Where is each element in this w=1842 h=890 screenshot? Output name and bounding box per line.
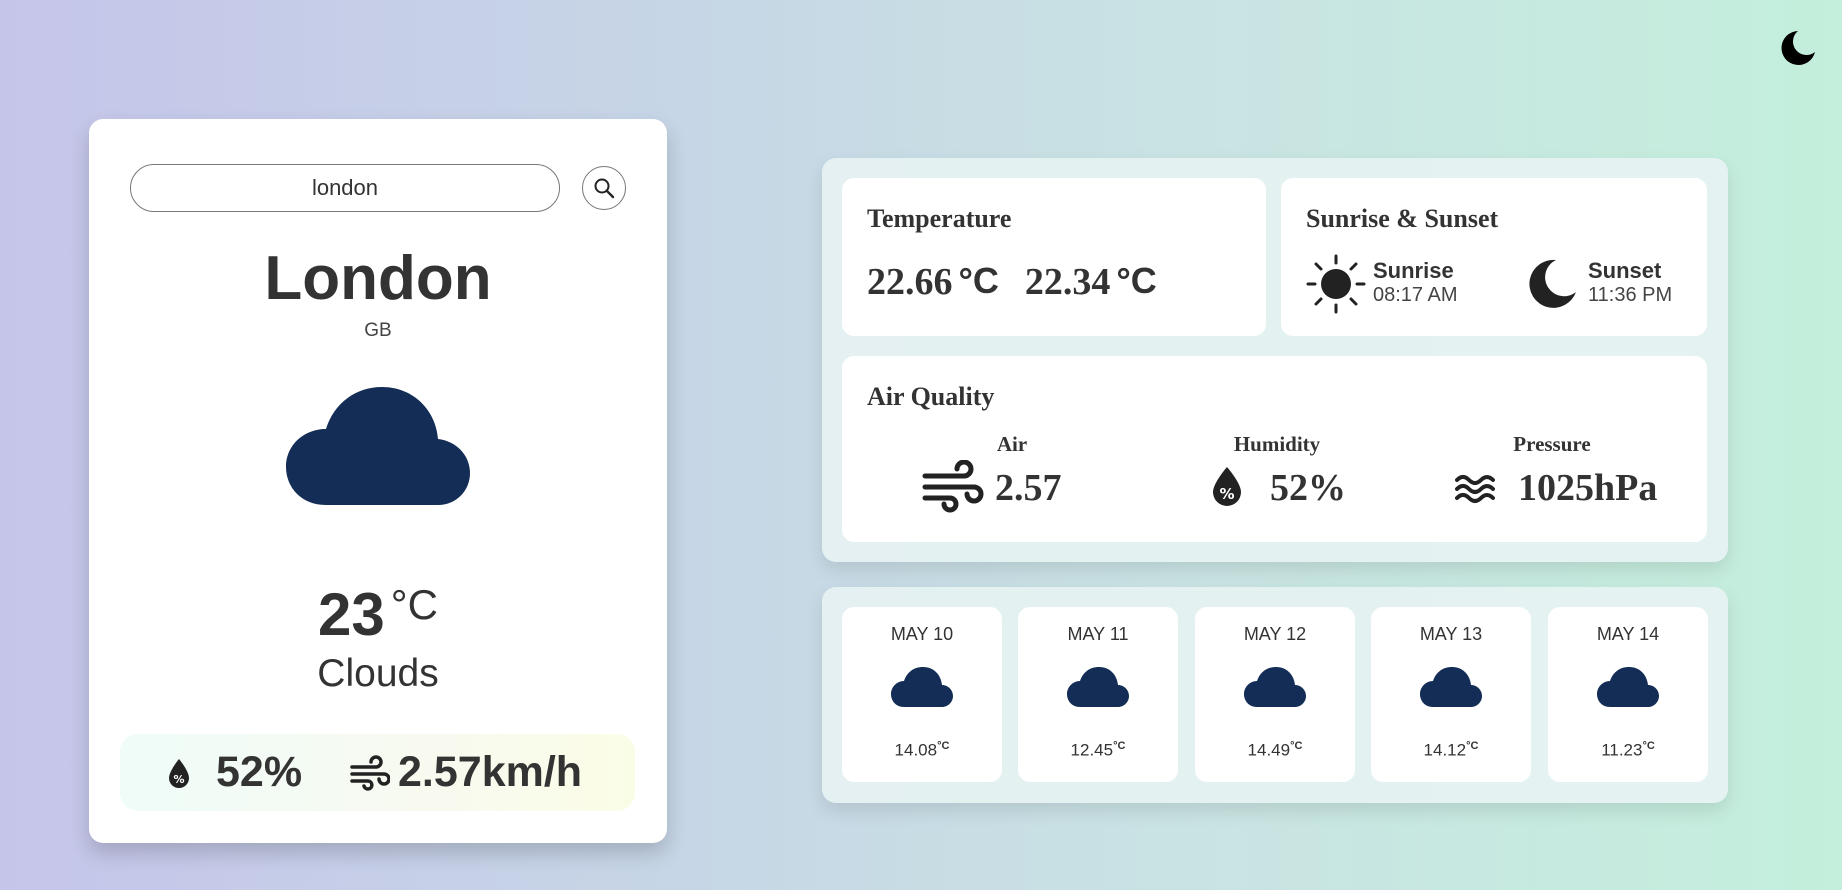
sunrise-sunset-card: Sunrise & Sunset Sunrise 08:17 AM Sunset… (1281, 178, 1707, 336)
forecast-temp: 11.23°C (1601, 740, 1655, 760)
svg-text:%: % (1219, 485, 1234, 503)
sunrise-time: 08:17 AM (1373, 284, 1458, 306)
sunset-info: Sunset 11:36 PM (1588, 258, 1672, 307)
forecast-date: MAY 13 (1419, 624, 1483, 644)
cloud-icon (1067, 667, 1129, 707)
humidity-label: Humidity (1233, 432, 1321, 456)
cloud-icon (891, 667, 953, 707)
sunset-time: 11:36 PM (1588, 284, 1673, 306)
temperature-value-2: 22.34 (1024, 261, 1111, 303)
sunrise-sunset-title: Sunrise & Sunset (1306, 204, 1499, 233)
forecast-card: MAY 10 14.08°C (842, 607, 1002, 782)
sunrise-info: Sunrise 08:17 AM (1373, 258, 1458, 307)
humidity-drop-icon: % (1213, 467, 1241, 506)
humidity-value: 52% (216, 748, 303, 796)
city-name: London (264, 244, 492, 313)
pressure-value: 1025hPa (1518, 467, 1658, 509)
forecast-date: MAY 10 (890, 624, 954, 644)
wind-stat: 2.57km/h (350, 748, 582, 797)
humidity-drop-icon: % (169, 758, 189, 788)
forecast-card: MAY 14 11.23°C (1548, 607, 1708, 782)
sunset-label: Sunset (1588, 258, 1662, 283)
city-search-input[interactable] (130, 164, 560, 212)
temperature-card: Temperature 22.66 °C 22.34 °C (842, 178, 1266, 336)
humidity-value: 52% (1270, 467, 1346, 509)
temperature-unit-1: °C (958, 260, 999, 301)
svg-text:%: % (173, 773, 184, 786)
air-quality-card: Air Quality Air 2.57 Humidity % 52% Pres… (842, 356, 1707, 542)
search-icon (594, 178, 615, 199)
weather-details-panel: Temperature 22.66 °C 22.34 °C Sunrise & … (822, 158, 1728, 562)
wind-value: 2.57km/h (398, 748, 583, 796)
forecast-card: MAY 11 12.45°C (1018, 607, 1178, 782)
wind-icon (922, 460, 984, 513)
cloud-icon (286, 387, 470, 505)
temperature-value-1: 22.66 (867, 261, 953, 303)
forecast-card: MAY 13 14.12°C (1371, 607, 1531, 782)
wind-icon (350, 754, 390, 791)
current-stats-bar: % 52% 2.57km/h (120, 734, 635, 811)
humidity-stat: % 52% (168, 748, 302, 797)
sunrise-label: Sunrise (1373, 258, 1454, 283)
forecast-date: MAY 11 (1067, 624, 1129, 644)
forecast-panel: MAY 10 14.08°C MAY 11 12.45°C MAY 12 14.… (822, 587, 1728, 803)
cloud-icon (1420, 667, 1482, 707)
forecast-date: MAY 12 (1243, 624, 1307, 644)
current-weather-card: London GB 23 °C Clouds % 52% 2.57km/h (89, 119, 667, 843)
weather-condition: Clouds (317, 652, 439, 695)
cloud-icon (1597, 667, 1659, 707)
air-label: Air (996, 432, 1028, 456)
moon-icon (1529, 259, 1576, 308)
forecast-temp: 14.08°C (894, 740, 950, 760)
current-temperature: 23 °C (89, 582, 667, 648)
search-button[interactable] (582, 166, 626, 210)
forecast-card: MAY 12 14.49°C (1195, 607, 1355, 782)
temperature-value: 23 (318, 581, 385, 648)
temperature-card-title: Temperature (867, 204, 1012, 233)
temperature-unit-2: °C (1116, 260, 1157, 301)
air-quality-title: Air Quality (867, 382, 995, 411)
pressure-waves-icon (1455, 475, 1495, 503)
sun-icon (1306, 254, 1366, 314)
forecast-date: MAY 14 (1596, 624, 1660, 644)
forecast-temp: 14.12°C (1423, 740, 1479, 760)
forecast-temp: 12.45°C (1070, 740, 1126, 760)
cloud-icon (1244, 667, 1306, 707)
moon-icon (1781, 31, 1815, 65)
forecast-temp: 14.49°C (1247, 740, 1303, 760)
dark-mode-toggle-button[interactable] (1776, 26, 1820, 70)
pressure-label: Pressure (1513, 432, 1591, 456)
country-code: GB (364, 320, 392, 341)
air-value: 2.57 (995, 467, 1062, 509)
temperature-values: 22.66 °C 22.34 °C (867, 260, 1157, 304)
temperature-unit: °C (390, 581, 438, 628)
